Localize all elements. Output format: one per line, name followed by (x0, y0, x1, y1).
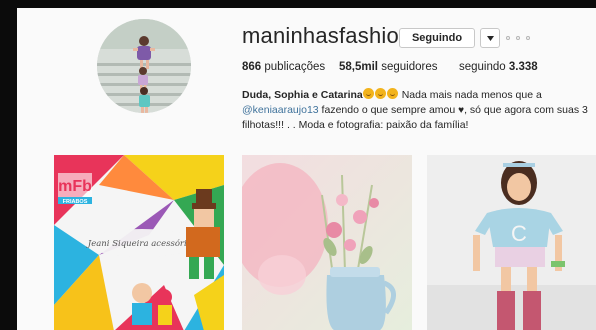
bio-name: Duda, Sophia e Catarina (242, 89, 363, 101)
post-thumbnail-3[interactable]: C (427, 155, 596, 330)
svg-text:C: C (511, 221, 527, 246)
more-options-icon[interactable] (506, 30, 530, 46)
following-label: seguindo (459, 61, 506, 73)
posts-stat: 866 publicações (242, 61, 325, 73)
profile-bio: Duda, Sophia e Catarina Nada mais nada m… (242, 88, 592, 133)
post-logo-subtext: FRIABOS (63, 199, 88, 205)
profile-avatar[interactable] (97, 19, 191, 113)
profile-page: maninhasfashion Seguindo 866 publicações… (17, 8, 596, 330)
bio-mention-link[interactable]: @keniaaraujo13 (242, 104, 319, 116)
suggestions-dropdown-button[interactable] (480, 28, 500, 48)
bio-text-middle: fazendo o que sempre amou (318, 104, 459, 116)
post-thumbnail-1[interactable]: Jeani Siqueira acessórios mFb FRIABOS (54, 155, 224, 330)
following-button[interactable]: Seguindo (399, 28, 475, 48)
caret-down-icon (486, 35, 494, 41)
followers-stat[interactable]: 58,5mil seguidores (339, 61, 437, 73)
profile-username: maninhasfashion (242, 23, 412, 48)
followers-count: 58,5mil (339, 61, 378, 73)
face-emoji-icon (374, 88, 386, 99)
post-thumbnail-2[interactable] (242, 155, 412, 330)
face-emoji-icon (386, 88, 398, 99)
bio-text-intro: Nada mais nada menos que a (398, 89, 542, 101)
face-emoji-icon (362, 88, 374, 99)
post-caption-text: Jeani Siqueira acessórios (86, 238, 197, 249)
followers-label: seguidores (381, 61, 438, 73)
following-count: 3.338 (508, 61, 538, 73)
post-logo-text: mFb (58, 178, 92, 195)
following-stat[interactable]: seguindo 3.338 (459, 61, 538, 73)
posts-count: 866 (242, 61, 262, 73)
posts-label: publicações (264, 61, 326, 73)
